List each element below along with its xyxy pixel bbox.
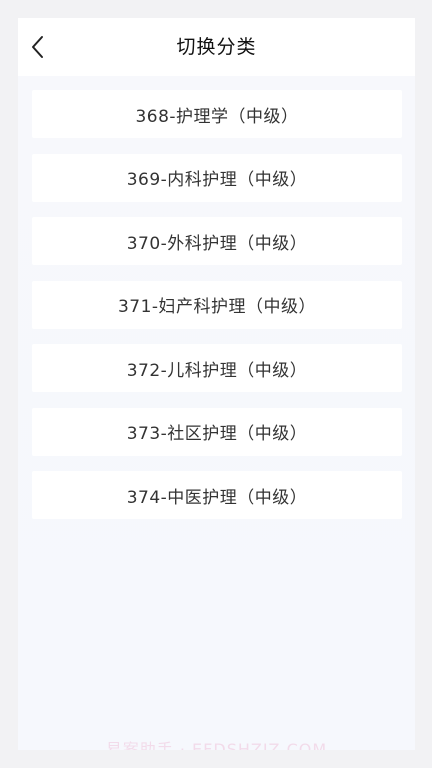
page-title: 切换分类	[176, 36, 257, 58]
app-screen: 切换分类 368-护理学（中级） 369-内科护理（中级） 370-外科护理（中…	[18, 18, 415, 750]
category-item-371[interactable]: 371-妇产科护理（中级）	[32, 280, 402, 329]
category-item-373[interactable]: 373-社区护理（中级）	[32, 407, 402, 456]
category-item-368[interactable]: 368-护理学（中级）	[32, 90, 402, 138]
category-item-372[interactable]: 372-儿科护理（中级）	[32, 344, 402, 392]
category-item-374[interactable]: 374-中医护理（中级）	[32, 471, 402, 519]
category-item-369[interactable]: 369-内科护理（中级）	[32, 153, 402, 202]
category-list: 368-护理学（中级） 369-内科护理（中级） 370-外科护理（中级） 37…	[32, 90, 402, 535]
top-bar: 切换分类	[18, 18, 415, 76]
watermark-text: 易案助手 · EFDSHZIZ.COM	[105, 740, 328, 750]
category-item-370[interactable]: 370-外科护理（中级）	[32, 217, 402, 265]
